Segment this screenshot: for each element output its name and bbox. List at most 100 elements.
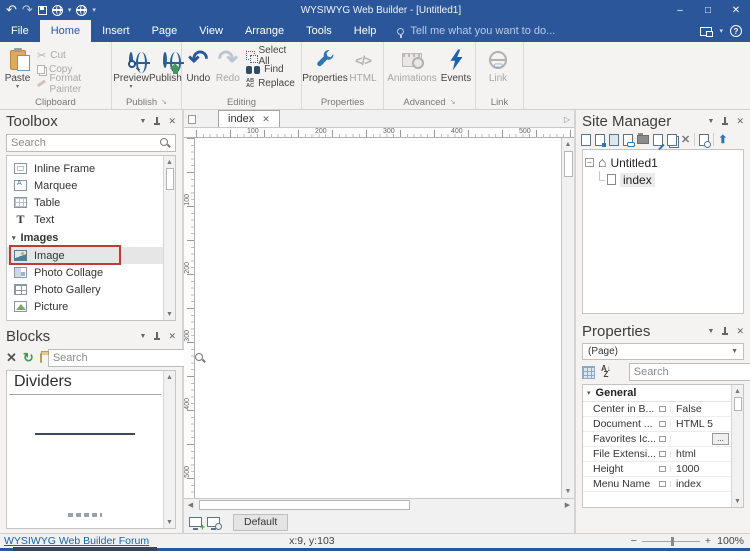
toolbox-item-image[interactable]: Image: [7, 247, 163, 264]
workspace-theme-icon[interactable]: [700, 27, 712, 36]
manage-breakpoints-icon[interactable]: [207, 517, 220, 527]
select-all-button[interactable]: Select All: [246, 50, 296, 62]
publish-dialog-launcher-icon[interactable]: ↘: [161, 98, 167, 106]
menu-home[interactable]: Home: [40, 20, 91, 42]
cut-button[interactable]: ✂ Cut: [37, 50, 106, 62]
zoom-slider-thumb[interactable]: [671, 537, 674, 546]
move-up-icon[interactable]: ⬆: [718, 133, 727, 146]
new-folder-icon[interactable]: [637, 135, 649, 144]
delete-page-icon[interactable]: ✕: [681, 133, 690, 146]
property-row[interactable]: Center in B... False: [583, 402, 731, 417]
toolbox-item-picture[interactable]: Picture: [7, 298, 163, 315]
preview-button[interactable]: Preview ▾: [114, 44, 148, 95]
undo-icon[interactable]: ↶: [6, 3, 17, 17]
toolbox-section-images[interactable]: ▾ Images: [7, 228, 163, 247]
canvas-hscrollbar[interactable]: ◀ ▶: [184, 498, 574, 511]
blocks-clear-icon[interactable]: ✕: [6, 352, 17, 364]
toolbox-item-photo-collage[interactable]: Photo Collage: [7, 264, 163, 281]
page-canvas[interactable]: [195, 138, 561, 498]
properties-menu-icon[interactable]: ▼: [708, 328, 715, 335]
blocks-folder-icon[interactable]: [40, 353, 42, 363]
scroll-down-icon[interactable]: ▼: [166, 516, 173, 528]
menu-view[interactable]: View: [188, 20, 234, 42]
property-row[interactable]: Document ... HTML 5: [583, 417, 731, 432]
page-link-icon[interactable]: [623, 134, 633, 146]
tab-scroll-right-icon[interactable]: ▷: [564, 115, 574, 127]
toolbox-search-input[interactable]: [11, 137, 160, 149]
html-button[interactable]: </> HTML: [347, 44, 379, 95]
toolbox-item-inline-frame[interactable]: Inline Frame: [7, 160, 163, 177]
close-button[interactable]: ✕: [722, 0, 750, 20]
menu-file[interactable]: File: [0, 20, 40, 42]
property-row[interactable]: File Extensi... html: [583, 447, 731, 462]
collapse-icon[interactable]: −: [585, 158, 594, 167]
toolbox-search[interactable]: [6, 134, 176, 152]
properties-search[interactable]: [629, 363, 750, 381]
preview-dropdown-icon[interactable]: ▾: [68, 6, 72, 14]
zoom-in-icon[interactable]: +: [705, 535, 711, 547]
maximize-button[interactable]: □: [694, 0, 722, 20]
menu-tools[interactable]: Tools: [295, 20, 343, 42]
menu-page[interactable]: Page: [141, 20, 189, 42]
toolbox-item-table[interactable]: Table: [7, 194, 163, 211]
menu-arrange[interactable]: Arrange: [234, 20, 295, 42]
browse-button[interactable]: ...: [712, 433, 729, 445]
breakpoint-tab-default[interactable]: Default: [233, 514, 288, 531]
site-manager-menu-icon[interactable]: ▼: [708, 118, 715, 125]
blocks-refresh-icon[interactable]: ↻: [23, 352, 34, 364]
scroll-down-icon[interactable]: ▼: [166, 308, 173, 320]
preview-browser-icon[interactable]: [52, 5, 63, 16]
menu-insert[interactable]: Insert: [91, 20, 141, 42]
help-icon[interactable]: ?: [730, 25, 742, 37]
toolbox-item-photo-gallery[interactable]: Photo Gallery: [7, 281, 163, 298]
link-button[interactable]: Link: [478, 44, 518, 95]
blocks-pin-icon[interactable]: [153, 332, 161, 341]
scroll-down-icon[interactable]: ▼: [565, 485, 572, 498]
properties-button[interactable]: Properties: [304, 44, 346, 95]
properties-scrollbar[interactable]: ▲ ▼: [731, 385, 743, 507]
scroll-up-icon[interactable]: ▲: [734, 385, 741, 397]
undo-button[interactable]: ↶ Undo: [184, 44, 213, 95]
publish-quick-icon[interactable]: [76, 5, 87, 16]
blocks-menu-icon[interactable]: ▼: [140, 333, 147, 340]
animations-button[interactable]: Animations: [386, 44, 438, 95]
redo-button[interactable]: ↷ Redo: [214, 44, 243, 95]
blocks-scrollbar[interactable]: ▲ ▼: [163, 371, 175, 528]
toolbox-pin-icon[interactable]: [153, 117, 161, 126]
minimize-button[interactable]: –: [666, 0, 694, 20]
paste-button[interactable]: Paste ▾: [2, 44, 33, 95]
zoom-out-icon[interactable]: −: [631, 535, 637, 547]
property-row[interactable]: Menu Name index: [583, 477, 731, 492]
replace-button[interactable]: ABAC Replace: [246, 78, 296, 90]
add-breakpoint-icon[interactable]: [189, 517, 202, 527]
divider-block-line[interactable]: [35, 433, 135, 435]
scroll-left-icon[interactable]: ◀: [184, 501, 197, 509]
toolbox-item-marquee[interactable]: Marquee: [7, 177, 163, 194]
site-tree-root[interactable]: − ⌂ Untitled1: [585, 154, 741, 171]
property-row[interactable]: Favorites Ic... ...: [583, 432, 731, 447]
workspace-dropdown-icon[interactable]: ▾: [719, 27, 723, 35]
site-manager-pin-icon[interactable]: [721, 117, 729, 126]
format-painter-button[interactable]: Format Painter: [37, 78, 106, 90]
scroll-down-icon[interactable]: ▼: [734, 495, 741, 507]
scroll-right-icon[interactable]: ▶: [561, 501, 574, 509]
canvas-vscrollbar[interactable]: ▲ ▼: [561, 138, 574, 498]
advanced-dialog-launcher-icon[interactable]: ↘: [450, 98, 456, 106]
tab-list-icon[interactable]: [188, 115, 196, 124]
toolbox-menu-icon[interactable]: ▼: [140, 118, 147, 125]
toolbox-item-text[interactable]: T Text: [7, 211, 163, 228]
document-tab-index[interactable]: index ✕: [218, 110, 280, 127]
scroll-up-icon[interactable]: ▲: [166, 371, 173, 383]
menu-help[interactable]: Help: [343, 20, 388, 42]
divider-block-bar[interactable]: [13, 547, 157, 551]
page-settings-icon[interactable]: [699, 134, 709, 146]
toolbox-close-icon[interactable]: ✕: [168, 117, 176, 126]
tab-close-icon[interactable]: ✕: [262, 114, 270, 125]
properties-section-general[interactable]: ▾ General: [583, 385, 731, 402]
sort-az-icon[interactable]: A↓Z: [601, 366, 611, 378]
properties-pin-icon[interactable]: [721, 327, 729, 336]
site-manager-close-icon[interactable]: ✕: [736, 117, 744, 126]
toolbox-scrollbar[interactable]: ▲ ▼: [163, 156, 175, 320]
scroll-up-icon[interactable]: ▲: [166, 156, 173, 168]
clone-page-icon[interactable]: [667, 134, 677, 146]
